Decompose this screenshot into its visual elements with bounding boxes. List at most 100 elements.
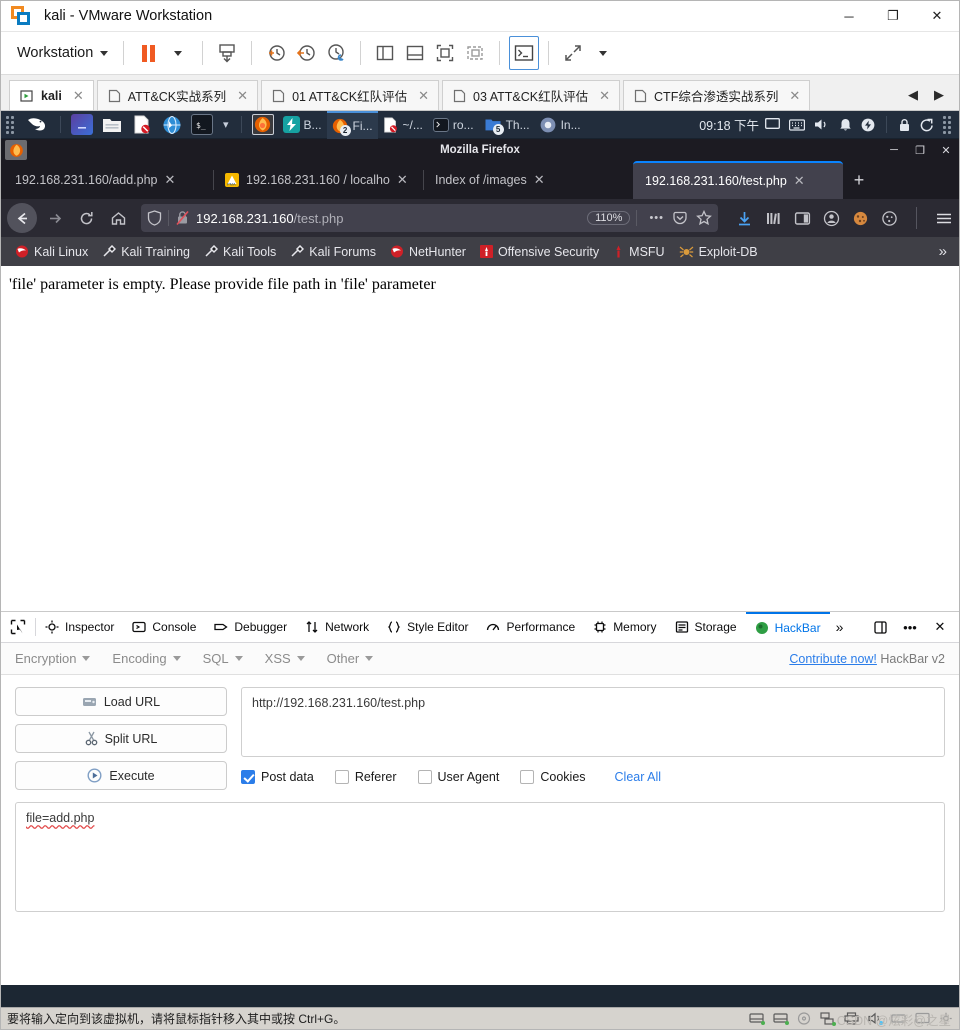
- close-icon[interactable]: ✕: [789, 88, 800, 104]
- volume-icon[interactable]: [814, 118, 830, 131]
- power-icon[interactable]: [861, 118, 875, 132]
- floppy-icon[interactable]: [797, 1012, 811, 1025]
- hackbar-menu-encryption[interactable]: Encryption: [15, 651, 104, 666]
- close-icon[interactable]: ✕: [165, 172, 176, 188]
- page-actions-button[interactable]: •••: [649, 212, 664, 224]
- hackbar-menu-sql[interactable]: SQL: [203, 651, 257, 666]
- close-icon[interactable]: ✕: [237, 88, 248, 104]
- vmware-close-button[interactable]: ✕: [915, 1, 959, 32]
- expand-dropdown-button[interactable]: [588, 36, 618, 70]
- task-chromium[interactable]: In...: [535, 111, 586, 139]
- hackbar-url-input[interactable]: http://192.168.231.160/test.php: [241, 687, 945, 757]
- home-button[interactable]: [103, 203, 133, 233]
- pause-vm-button[interactable]: [133, 36, 163, 70]
- task-files[interactable]: 5 Th...: [479, 111, 535, 139]
- firefox-minimize-button[interactable]: ─: [881, 139, 907, 161]
- account-icon[interactable]: [823, 210, 840, 227]
- devtools-meatball-button[interactable]: •••: [897, 612, 923, 642]
- vm-tab-attck-redteam-01[interactable]: 01 ATT&CK红队评估 ✕: [261, 80, 440, 110]
- dock-toggle-button[interactable]: [867, 612, 893, 642]
- sidebar-icon[interactable]: [794, 210, 811, 227]
- pause-dropdown-button[interactable]: [163, 36, 193, 70]
- url-text[interactable]: 192.168.231.160/test.php: [196, 211, 343, 226]
- zoom-level-badge[interactable]: 110%: [587, 211, 631, 225]
- bookmark-kali-forums[interactable]: Kali Forums: [284, 242, 382, 262]
- reload-button[interactable]: [71, 203, 101, 233]
- forward-button[interactable]: [39, 203, 69, 233]
- user-agent-checkbox[interactable]: User Agent: [417, 770, 499, 784]
- close-icon[interactable]: ✕: [73, 88, 84, 104]
- fullscreen-button[interactable]: [430, 36, 460, 70]
- new-tab-button[interactable]: +: [843, 161, 875, 199]
- task-text-editor[interactable]: ~/...: [378, 111, 428, 139]
- hamburger-menu-icon[interactable]: [935, 210, 953, 227]
- task-burp[interactable]: B...: [278, 111, 327, 139]
- close-icon[interactable]: ✕: [397, 172, 408, 188]
- launcher-browser[interactable]: [161, 114, 183, 135]
- load-url-button[interactable]: Load URL: [15, 687, 227, 716]
- library-icon[interactable]: [765, 210, 782, 227]
- cookie-white-icon[interactable]: [881, 210, 898, 227]
- pocket-icon[interactable]: [672, 210, 688, 226]
- panel-clock[interactable]: 09:18 下午: [693, 115, 765, 134]
- launcher-text-editor[interactable]: [131, 114, 153, 135]
- vm-tab-ctf-series[interactable]: CTF综合渗透实战系列 ✕: [623, 80, 811, 110]
- cookie-orange-icon[interactable]: [852, 210, 869, 227]
- element-picker-button[interactable]: [1, 612, 35, 642]
- notification-icon[interactable]: [839, 118, 852, 132]
- display-icon[interactable]: [765, 118, 780, 131]
- bookmark-kali-training[interactable]: Kali Training: [96, 242, 196, 262]
- split-url-button[interactable]: Split URL: [15, 724, 227, 753]
- contribute-link[interactable]: Contribute now!: [789, 652, 877, 666]
- kali-menu-button[interactable]: [24, 114, 50, 136]
- star-icon[interactable]: [696, 210, 712, 226]
- vmware-minimize-button[interactable]: ─: [827, 1, 871, 32]
- bookmark-kali-linux[interactable]: Kali Linux: [9, 242, 94, 262]
- firefox-maximize-button[interactable]: ❐: [907, 139, 933, 161]
- post-data-checkbox[interactable]: Post data: [241, 770, 314, 784]
- devtools-tab-style-editor[interactable]: Style Editor: [378, 612, 477, 642]
- hackbar-menu-encoding[interactable]: Encoding: [112, 651, 194, 666]
- close-icon[interactable]: ✕: [418, 88, 429, 104]
- launcher-terminal-2[interactable]: $_: [191, 114, 213, 135]
- devtools-tab-storage[interactable]: Storage: [666, 612, 746, 642]
- close-icon[interactable]: ✕: [794, 173, 805, 189]
- send-keys-button[interactable]: [509, 36, 540, 70]
- downloads-icon[interactable]: [736, 210, 753, 227]
- bookmark-kali-tools[interactable]: Kali Tools: [198, 242, 282, 262]
- vmware-maximize-button[interactable]: ❐: [871, 1, 915, 32]
- launcher-firefox[interactable]: [251, 114, 274, 135]
- referer-checkbox[interactable]: Referer: [334, 770, 397, 784]
- snapshot-manager-button[interactable]: [212, 36, 242, 70]
- bookmark-exploit-db[interactable]: Exploit-DB: [673, 242, 764, 262]
- revert-snapshot-button[interactable]: [291, 36, 321, 70]
- bookmark-offensive-security[interactable]: Offensive Security: [474, 242, 605, 262]
- bookmarks-overflow-button[interactable]: »: [939, 243, 951, 260]
- launcher-terminal[interactable]: [71, 114, 93, 135]
- expand-view-button[interactable]: [558, 36, 588, 70]
- lock-icon[interactable]: [898, 118, 911, 132]
- back-button[interactable]: [7, 203, 37, 233]
- devtools-close-button[interactable]: ✕: [927, 612, 953, 642]
- vm-tab-attck-practice[interactable]: ATT&CK实战系列 ✕: [96, 80, 259, 110]
- firefox-tab-phpmyadmin[interactable]: PMA 192.168.231.160 / localho ✕: [213, 161, 423, 199]
- cookies-checkbox[interactable]: Cookies: [520, 770, 586, 784]
- workstation-menu-button[interactable]: Workstation: [11, 41, 114, 65]
- grip-icon[interactable]: [943, 115, 953, 134]
- task-terminal[interactable]: ro...: [428, 111, 479, 139]
- hackbar-post-data-input[interactable]: file=add.php: [15, 802, 945, 912]
- firefox-tab-add-php[interactable]: 192.168.231.160/add.php ✕: [3, 161, 213, 199]
- devtools-tab-hackbar[interactable]: HackBar: [745, 612, 830, 642]
- close-icon[interactable]: ✕: [599, 88, 610, 104]
- vm-tab-kali[interactable]: kali ✕: [9, 80, 94, 110]
- firefox-tab-index-of-images[interactable]: Index of /images ✕: [423, 161, 633, 199]
- firefox-tab-test-php[interactable]: 192.168.231.160/test.php ✕: [633, 161, 843, 199]
- devtools-overflow-button[interactable]: »: [830, 612, 850, 642]
- keyboard-icon[interactable]: [789, 118, 805, 131]
- clear-all-button[interactable]: Clear All: [615, 770, 662, 784]
- devtools-tab-inspector[interactable]: Inspector: [36, 612, 123, 642]
- url-bar[interactable]: 192.168.231.160/test.php 110% •••: [141, 204, 718, 232]
- close-icon[interactable]: ✕: [534, 172, 545, 188]
- devtools-tab-network[interactable]: Network: [296, 612, 378, 642]
- firefox-close-button[interactable]: ✕: [933, 139, 959, 161]
